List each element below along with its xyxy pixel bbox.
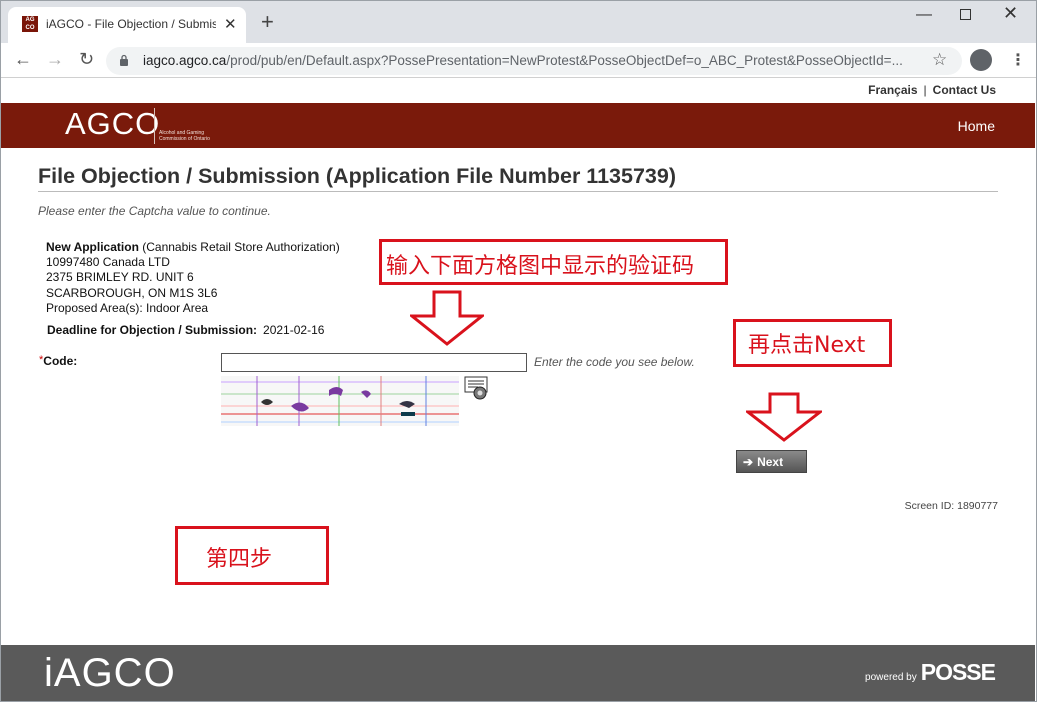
address-line-1: 2375 BRIMLEY RD. UNIT 6 — [46, 270, 194, 285]
address-bar[interactable]: iagco.agco.ca/prod/pub/en/Default.aspx?P… — [106, 47, 962, 75]
top-links: Français | Contact Us — [868, 83, 996, 97]
browser-tab-strip: AGCO iAGCO - File Objection / Submission… — [0, 0, 1037, 43]
forward-arrow-icon[interactable]: → — [46, 49, 64, 70]
site-footer: iAGCO powered by POSSE — [1, 645, 1035, 702]
window-close-icon[interactable]: ✕ — [1003, 3, 1018, 24]
window-minimize-icon[interactable]: — — [916, 6, 932, 24]
home-link[interactable]: Home — [958, 118, 995, 134]
window-maximize-icon[interactable] — [960, 9, 971, 20]
top-links-separator: | — [923, 83, 927, 97]
lock-icon — [120, 54, 128, 66]
agco-logo[interactable]: AGCO — [65, 106, 160, 142]
contact-us-link[interactable]: Contact Us — [933, 83, 996, 97]
annotation-down-arrow-icon — [746, 392, 822, 442]
bookmark-star-icon[interactable]: ☆ — [932, 50, 947, 70]
captcha-image — [221, 376, 459, 426]
tab-close-icon[interactable]: ✕ — [224, 15, 237, 33]
logo-subtitle: Alcohol and Gaming Commission of Ontario — [159, 130, 210, 142]
back-arrow-icon[interactable]: ← — [14, 49, 32, 70]
deadline-row: Deadline for Objection / Submission: 2021… — [47, 323, 324, 337]
browser-menu-icon[interactable]: ⋮ — [1010, 50, 1026, 70]
company-name: 10997480 Canada LTD — [46, 255, 170, 270]
proposed-area: Proposed Area(s): Indoor Area — [46, 300, 209, 315]
title-divider — [38, 191, 998, 192]
logo-divider — [154, 108, 155, 144]
powered-by-posse[interactable]: powered by POSSE — [865, 659, 996, 686]
new-tab-plus-icon[interactable]: + — [261, 11, 274, 33]
page-title: File Objection / Submission (Application… — [38, 164, 676, 188]
application-type-label: New Application — [46, 240, 139, 254]
francais-link[interactable]: Français — [868, 83, 917, 97]
application-details: New Application (Cannabis Retail Store A… — [46, 240, 340, 316]
tab-title: iAGCO - File Objection / Submission (App… — [46, 17, 216, 31]
captcha-audio-icon[interactable] — [464, 376, 488, 400]
code-hint: Enter the code you see below. — [534, 355, 695, 369]
right-arrow-icon: ➔ — [743, 454, 754, 469]
site-header: AGCO Alcohol and Gaming Commission of On… — [1, 103, 1035, 148]
annotation-step-four: 第四步 — [175, 526, 329, 585]
deadline-label: Deadline for Objection / Submission: — [47, 323, 258, 337]
annotation-click-next: 再点击Next — [733, 319, 892, 367]
url-text: iagco.agco.ca/prod/pub/en/Default.aspx?P… — [143, 53, 903, 68]
screen-id: Screen ID: 1890777 — [904, 500, 998, 512]
iagco-footer-logo: iAGCO — [44, 651, 176, 695]
agco-favicon-icon: AG CO — [22, 16, 38, 32]
captcha-instructions: Please enter the Captcha value to contin… — [38, 204, 271, 218]
profile-avatar-icon[interactable] — [970, 49, 992, 71]
application-type-detail: (Cannabis Retail Store Authorization) — [142, 240, 340, 254]
address-line-2: SCARBOROUGH, ON M1S 3L6 — [46, 285, 218, 300]
deadline-value: 2021-02-16 — [263, 323, 325, 337]
code-label: *Code: — [39, 354, 78, 368]
reload-icon[interactable]: ↻ — [79, 49, 94, 70]
annotation-down-arrow-icon — [410, 290, 484, 346]
browser-tab[interactable]: AGCO iAGCO - File Objection / Submission… — [8, 7, 246, 43]
next-button[interactable]: ➔ Next — [736, 450, 807, 473]
browser-toolbar: ← → ↻ iagco.agco.ca/prod/pub/en/Default.… — [0, 43, 1037, 78]
captcha-code-input[interactable] — [221, 353, 527, 372]
annotation-enter-code: 输入下面方格图中显示的验证码 — [379, 239, 728, 285]
